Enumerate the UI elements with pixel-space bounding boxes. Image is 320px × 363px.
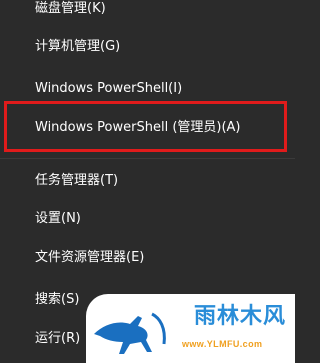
menu-item-settings[interactable]: 设置(N) [35,210,81,228]
menu-item-search[interactable]: 搜索(S) [35,291,79,309]
menu-item-file-explorer[interactable]: 文件资源管理器(E) [35,249,144,267]
menu-item-powershell[interactable]: Windows PowerShell(I) [35,80,182,98]
menu-item-computer-management[interactable]: 计算机管理(G) [35,38,120,56]
menu-item-run[interactable]: 运行(R) [35,330,80,348]
watermark-brand: 雨林木风 [194,304,287,329]
highlight-box [4,101,287,152]
menu-item-disk-management[interactable]: 磁盘管理(K) [35,0,106,18]
menu-item-task-manager[interactable]: 任务管理器(T) [35,172,118,190]
winx-context-menu: 磁盘管理(K) 计算机管理(G) Windows PowerShell(I) W… [0,0,295,363]
horse-logo-icon [94,312,166,354]
watermark: 雨林木风 www.YLMFU.com [86,294,295,363]
watermark-url: www.YLMFU.com [182,339,263,349]
menu-divider [0,158,295,159]
